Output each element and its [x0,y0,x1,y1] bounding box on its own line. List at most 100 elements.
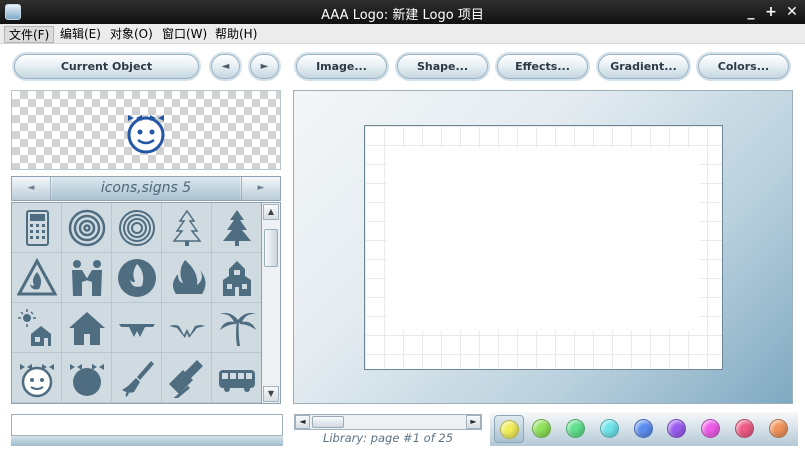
palm-tree-icon [220,312,256,346]
swatch-slot[interactable] [696,415,726,443]
text-input-field[interactable] [11,414,283,436]
library-cell[interactable] [112,203,162,253]
color-swatch-green[interactable] [566,419,585,438]
library-cell[interactable] [162,303,212,353]
library-category-label: icons,signs 5 [52,177,240,200]
color-swatch-cyan[interactable] [600,419,619,438]
artboard-inner [387,148,700,331]
menu-file[interactable]: 文件(F) [4,26,55,43]
swatch-slot[interactable] [527,415,557,443]
canvas-area[interactable] [293,90,793,404]
library-cell[interactable] [12,203,62,253]
house-icon [69,312,105,345]
shape-button[interactable]: Shape... [397,54,488,79]
library-cell[interactable] [162,353,212,403]
swatch-slot[interactable] [629,415,659,443]
handshake-icon [72,260,102,296]
title-bar: AAA Logo: 新建 Logo 项目 _ + ✕ [0,0,805,24]
page-right-button[interactable]: ► [466,415,481,429]
swatch-slot[interactable] [764,415,794,443]
menu-window[interactable]: 窗口(W) [158,26,211,43]
library-cell[interactable] [12,253,62,303]
girl-face-icon [20,364,54,398]
color-swatch-lime[interactable] [532,419,551,438]
swatch-slot[interactable] [494,415,524,443]
library-cell[interactable] [212,353,261,403]
library-cell[interactable] [112,253,162,303]
menu-object[interactable]: 对象(O) [106,26,157,43]
double-spiral-icon [119,210,155,246]
winged-w-icon [119,324,155,337]
color-swatch-pink[interactable] [735,419,754,438]
library-cell[interactable] [62,353,112,403]
library-cell[interactable] [212,203,261,253]
scroll-thumb[interactable] [264,229,278,267]
logo-artboard[interactable] [364,125,723,370]
window-title: AAA Logo: 新建 Logo 项目 [321,8,484,23]
swatch-slot[interactable] [561,415,591,443]
swatch-slot[interactable] [595,415,625,443]
girl-face-preview-icon [127,115,165,154]
christmas-tree-icon [223,210,251,246]
color-swatch-blue[interactable] [634,419,653,438]
gradient-button[interactable]: Gradient... [598,54,689,79]
library-cell[interactable] [62,253,112,303]
library-category-bar: ◄ icons,signs 5 ► [11,176,281,201]
menu-help[interactable]: 帮助(H) [211,26,261,43]
minimize-button[interactable]: _ [742,2,760,22]
library-cell[interactable] [112,303,162,353]
close-button[interactable]: ✕ [783,2,801,22]
effects-button[interactable]: Effects... [497,54,588,79]
library-page-scrollbar[interactable]: ◄ ► [294,414,482,430]
library-cell[interactable] [212,253,261,303]
menu-bar: 文件(F) 编辑(E) 对象(O) 窗口(W) 帮助(H) [0,24,805,44]
color-swatch-strip [490,412,798,446]
icon-library-grid [11,202,262,404]
library-cell[interactable] [162,203,212,253]
swatch-slot[interactable] [662,415,692,443]
library-cell[interactable] [12,353,62,403]
library-cell[interactable] [62,203,112,253]
text-input-strip [11,436,283,446]
icon-grid-scrollbar[interactable]: ▲ ▼ [262,202,281,404]
spiral-icon [68,209,106,247]
menu-edit[interactable]: 编辑(E) [56,26,105,43]
scroll-down-button[interactable]: ▼ [263,386,279,402]
stamp-icon [169,360,203,398]
house-sun-icon [18,309,51,346]
maximize-button[interactable]: + [762,2,780,22]
fire-warning-icon [17,258,57,296]
schoolhouse-icon [223,261,251,296]
page-left-button[interactable]: ◄ [295,415,310,429]
library-cell[interactable] [112,353,162,403]
object-preview [11,90,281,170]
color-swatch-orange[interactable] [769,419,788,438]
library-next-button[interactable]: ► [241,177,280,200]
image-button[interactable]: Image... [296,54,387,79]
library-cell[interactable] [162,253,212,303]
color-swatch-violet[interactable] [667,419,686,438]
next-object-button[interactable]: ► [250,54,279,79]
paint-brush-icon [122,361,154,397]
wing-w-icon [169,325,205,338]
color-swatch-magenta[interactable] [701,419,720,438]
christmas-tree-outline-icon [172,209,202,246]
library-prev-button[interactable]: ◄ [12,177,51,200]
current-object-button[interactable]: Current Object [14,54,199,79]
library-cell[interactable] [12,303,62,353]
swatch-slot[interactable] [730,415,760,443]
toolbar: Current Object ◄ ► Image... Shape... Eff… [0,44,805,88]
library-cell[interactable] [62,303,112,353]
bus-icon [219,370,255,392]
page-scroll-thumb[interactable] [312,416,344,428]
previous-object-button[interactable]: ◄ [211,54,240,79]
fire-circle-icon [118,259,156,297]
scroll-up-button[interactable]: ▲ [263,204,279,220]
color-swatch-yellow[interactable] [500,420,519,439]
library-cell[interactable] [212,303,261,353]
library-page-label: Library: page #1 of 25 [322,431,454,445]
calculator-icon [26,210,49,246]
flames-icon [172,260,206,294]
colors-button[interactable]: Colors... [698,54,789,79]
boy-face-icon [70,364,104,396]
